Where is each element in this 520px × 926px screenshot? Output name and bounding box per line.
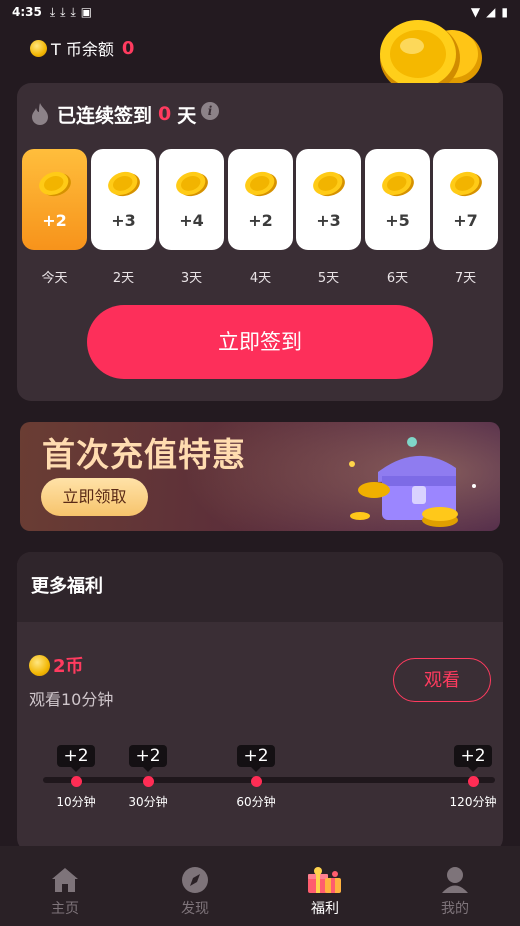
- more-welfare-card: 更多福利 2币 观看10分钟 观看 +2 10分钟 +2 30分钟 +2 60分…: [17, 552, 503, 852]
- checkin-title: 已连续签到 0 天: [29, 100, 196, 128]
- milestone-dot: [142, 776, 154, 787]
- checkin-day-label: 4天: [249, 271, 272, 286]
- coin-icon: [175, 171, 208, 197]
- status-time: 4:35: [12, 5, 42, 19]
- tab-label: 我的: [441, 901, 469, 917]
- milestone-dot: [467, 776, 479, 787]
- milestone-bonus: +2: [57, 745, 95, 772]
- checkin-day-1: +2 今天: [22, 149, 87, 286]
- balance-label: T 币余额: [51, 40, 114, 59]
- gift-icon: [308, 867, 341, 893]
- checkin-day-amount: +2: [248, 211, 273, 230]
- checkin-title-prefix: 已连续签到: [57, 104, 153, 127]
- milestone-dot: [70, 776, 82, 787]
- milestone-label: 10分钟: [56, 795, 96, 809]
- coin-icon: [29, 654, 50, 676]
- coin-icon: [30, 39, 47, 57]
- milestone-label: 60分钟: [236, 795, 276, 809]
- coin-icon: [244, 171, 277, 197]
- checkin-title-suffix: 天: [177, 104, 197, 127]
- milestone-bonus: +2: [129, 745, 167, 772]
- milestone-label: 30分钟: [128, 795, 168, 809]
- checkin-day-amount: +4: [179, 211, 204, 230]
- coin-icon: [38, 171, 71, 197]
- milestone-bonus: +2: [454, 745, 492, 772]
- checkin-day-label: 今天: [41, 271, 68, 286]
- tab-label: 主页: [51, 901, 79, 917]
- checkin-day-amount: +7: [453, 211, 478, 230]
- claim-button[interactable]: 立即领取: [41, 478, 148, 516]
- checkin-day-6: +5 6天: [365, 149, 430, 286]
- first-recharge-banner[interactable]: 首次充值特惠 立即领取: [20, 422, 500, 531]
- download-icon: ⤓: [70, 4, 76, 19]
- checkin-day-label: 3天: [180, 271, 203, 286]
- download-icon: ⤓: [49, 4, 56, 19]
- checkin-days: +2 今天 +3 2天 +4 3天 +2 4天 +3 5天 +5 6天 +7 7…: [22, 149, 498, 289]
- compass-icon: [182, 867, 208, 893]
- tab-home[interactable]: 主页: [0, 846, 130, 926]
- milestone: +2 30分钟: [118, 745, 178, 810]
- checkin-day-amount: +5: [385, 211, 410, 230]
- flame-icon: [32, 103, 48, 125]
- checkin-day-amount: +3: [111, 211, 136, 230]
- checkin-streak: 0: [158, 103, 172, 125]
- checkin-day-label: 6天: [386, 271, 409, 286]
- milestone-dot: [250, 776, 262, 787]
- reward-description: 观看10分钟: [29, 690, 114, 709]
- coin-stack-icon: [380, 20, 482, 86]
- coin-icon: [312, 171, 345, 197]
- more-welfare-title: 更多福利: [17, 552, 503, 622]
- watch-button[interactable]: 观看: [393, 658, 491, 702]
- checkin-day-amount: +2: [42, 211, 67, 230]
- balance-row: T 币余额 0: [30, 36, 134, 60]
- coin-icon: [381, 171, 414, 197]
- treasure-chest-icon: [349, 437, 476, 527]
- tab-label: 发现: [181, 901, 209, 917]
- signal-icon: ◢: [486, 5, 496, 19]
- home-icon: [52, 868, 78, 892]
- profile-icon: [442, 867, 468, 893]
- tab-discover[interactable]: 发现: [130, 846, 260, 926]
- checkin-day-7: +7 7天: [433, 149, 498, 286]
- checkin-day-5: +3 5天: [296, 149, 361, 286]
- download-icon: ⤓: [60, 4, 66, 19]
- checkin-day-label: 7天: [454, 271, 477, 286]
- checkin-day-label: 2天: [112, 271, 135, 286]
- checkin-day-amount: +3: [316, 211, 341, 230]
- bottom-tab-bar: 主页 发现 福利 我的: [0, 846, 520, 926]
- milestone-label: 120分钟: [449, 795, 497, 809]
- reward-row: 2币: [29, 652, 84, 678]
- checkin-card: 已连续签到 0 天 i +2 今天 +3 2天 +4 3天 +2 4天 +3 5…: [17, 83, 503, 401]
- checkin-day-4: +2 4天: [228, 149, 293, 286]
- info-icon[interactable]: i: [201, 102, 219, 120]
- reward-amount: 2币: [53, 656, 84, 677]
- milestone: +2 60分钟: [226, 745, 286, 810]
- checkin-day-label: 5天: [317, 271, 340, 286]
- coin-icon: [107, 171, 140, 197]
- checkin-day-2: +3 2天: [91, 149, 156, 286]
- tab-mine[interactable]: 我的: [390, 846, 520, 926]
- checkin-day-3: +4 3天: [159, 149, 224, 286]
- sign-in-button[interactable]: 立即签到: [87, 305, 433, 379]
- coin-icon: [449, 171, 482, 197]
- tab-label: 福利: [311, 901, 339, 917]
- banner-title: 首次充值特惠: [42, 435, 246, 474]
- battery-icon: ▮: [501, 5, 508, 19]
- balance-value: 0: [121, 37, 135, 59]
- milestone: +2 10分钟: [46, 745, 106, 810]
- milestone-bonus: +2: [237, 745, 275, 772]
- notification-icon: ▣: [80, 5, 93, 19]
- milestone: +2 120分钟: [443, 745, 503, 810]
- tab-welfare[interactable]: 福利: [260, 846, 390, 926]
